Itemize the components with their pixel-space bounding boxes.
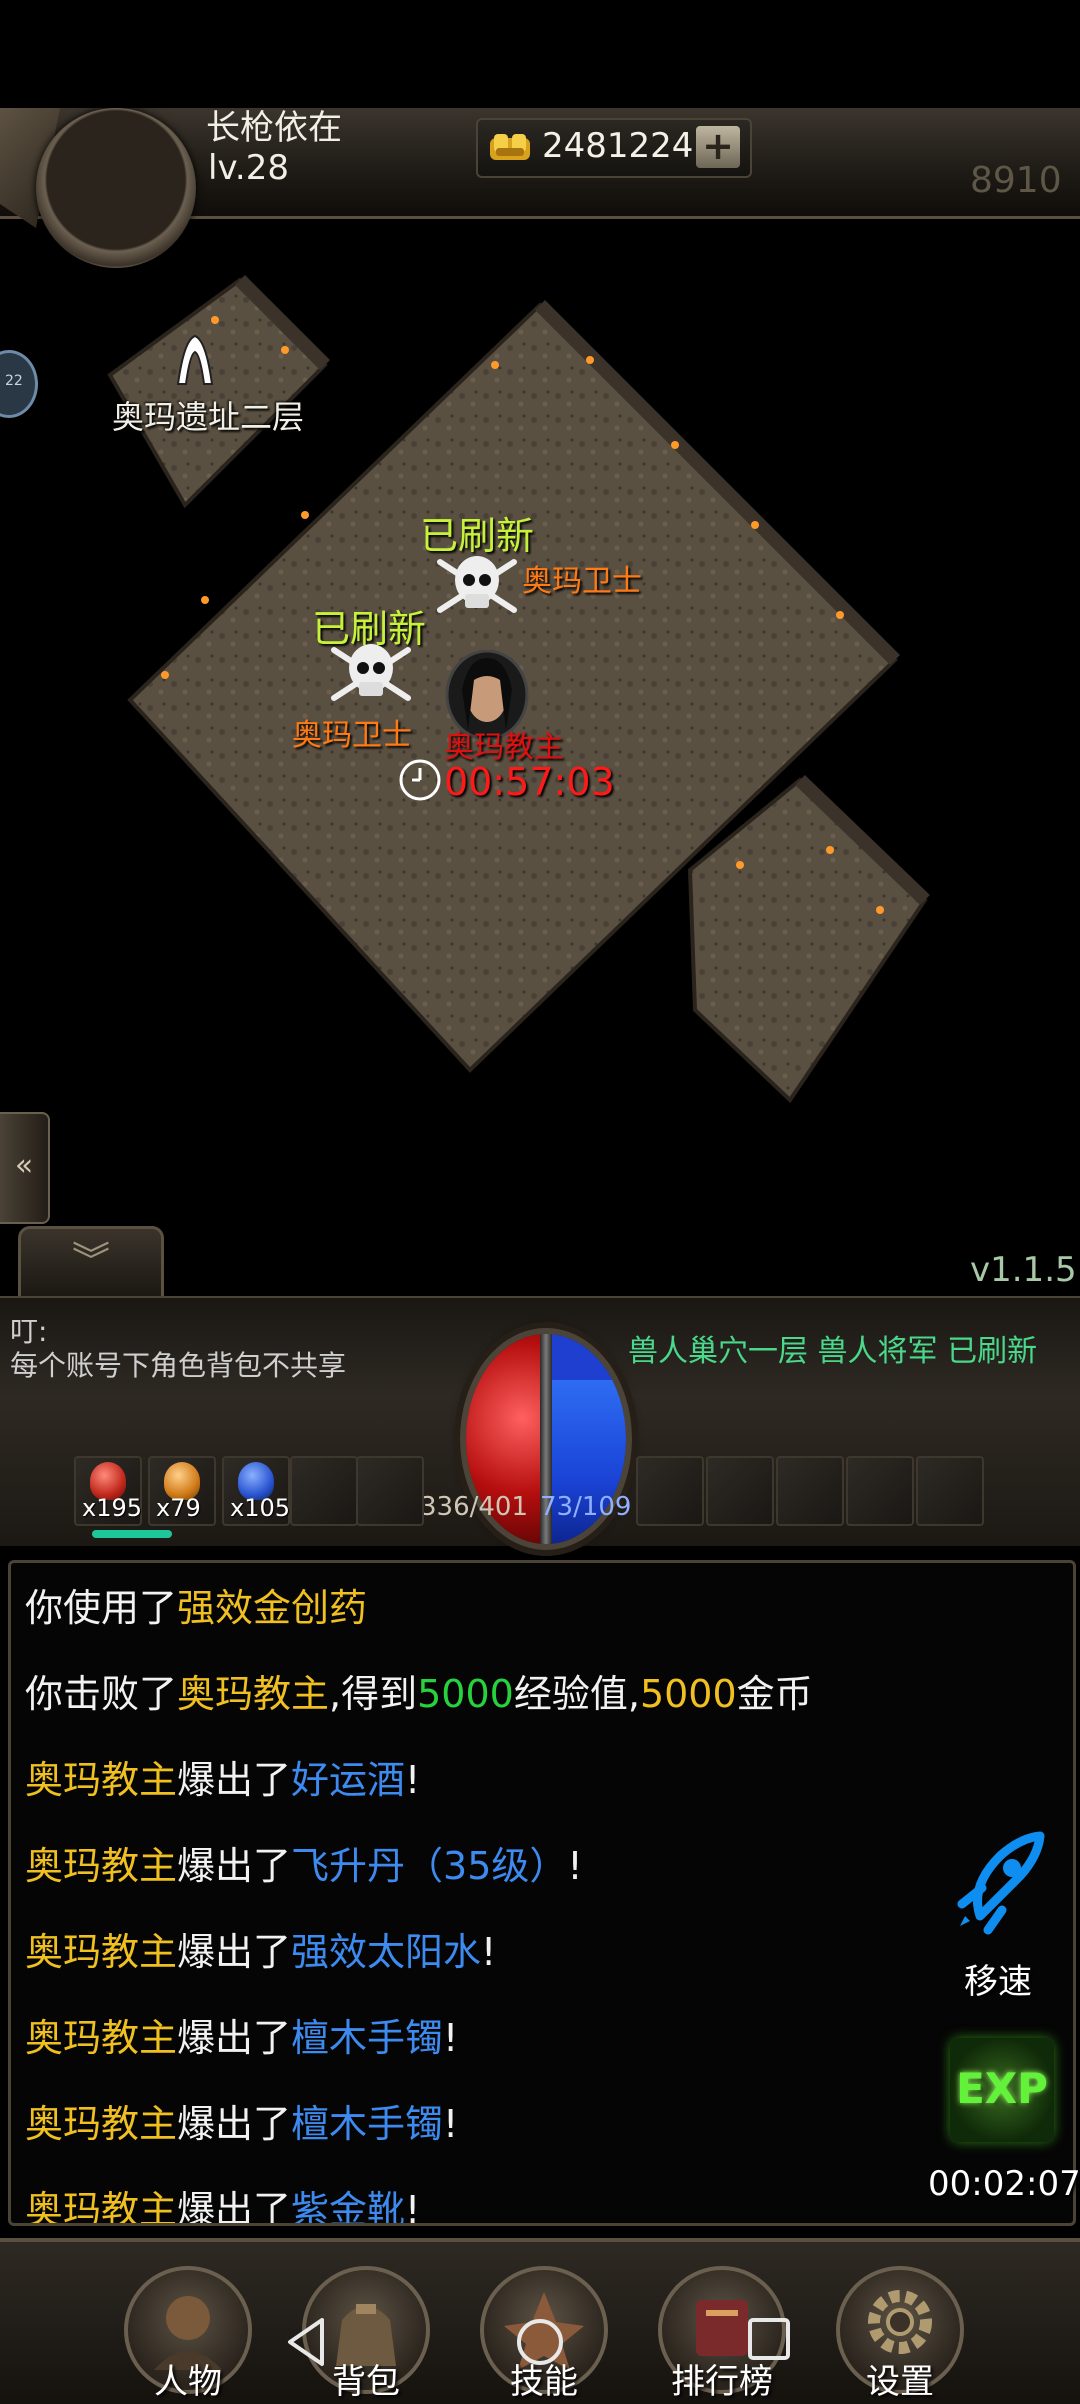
system-home-icon[interactable] bbox=[514, 2316, 566, 2368]
item-slot-5[interactable] bbox=[356, 1456, 424, 1526]
nav-settings-button[interactable]: 设置 bbox=[836, 2266, 964, 2402]
item-slot-3[interactable]: x105 bbox=[222, 1456, 290, 1526]
nav-character-button[interactable]: 人物 bbox=[124, 2266, 252, 2402]
exp-boost-timer: 00:02:07 bbox=[928, 2164, 1080, 2204]
chat-message: 奥玛教主爆出了紫金靴! bbox=[25, 2188, 421, 2226]
nav-settings-label: 设置 bbox=[866, 2362, 934, 2402]
gold-amount: 2481224 bbox=[542, 126, 694, 166]
mp-value: 73/109 bbox=[540, 1492, 632, 1522]
item-slot-1[interactable]: x195 bbox=[74, 1456, 142, 1526]
monster-name-2: 奥玛卫士 bbox=[292, 718, 412, 753]
potion-count: x195 bbox=[82, 1494, 143, 1522]
exp-progress-bar bbox=[92, 1530, 172, 1538]
combat-power: 8910 bbox=[970, 160, 1062, 201]
item-slot-9[interactable] bbox=[846, 1456, 914, 1526]
player-name: 长枪依在 bbox=[206, 108, 342, 148]
hp-value: 336/401 bbox=[420, 1492, 529, 1522]
add-gold-button[interactable]: + bbox=[696, 126, 740, 168]
side-collapse-button[interactable]: « bbox=[0, 1112, 50, 1224]
item-slot-10[interactable] bbox=[916, 1456, 984, 1526]
version-label: v1.1.5 bbox=[970, 1250, 1077, 1290]
player-level: lv.28 bbox=[208, 148, 289, 188]
clock-icon bbox=[399, 759, 441, 801]
chat-message: 你使用了强效金创药 bbox=[25, 1586, 368, 1630]
exit-gate-icon[interactable] bbox=[170, 330, 220, 386]
system-recents-icon[interactable] bbox=[746, 2316, 792, 2362]
exp-icon: EXP bbox=[956, 2064, 1048, 2113]
skull-icon[interactable] bbox=[326, 640, 416, 704]
chat-message: 奥玛教主爆出了檀木手镯! bbox=[25, 2102, 459, 2146]
potion-count: x105 bbox=[230, 1494, 291, 1522]
item-slot-8[interactable] bbox=[776, 1456, 844, 1526]
rocket-icon[interactable] bbox=[940, 1826, 1060, 1946]
chat-log[interactable]: 你使用了强效金创药 你击败了奥玛教主,得到5000经验值,5000金币 奥玛教主… bbox=[8, 1560, 1076, 2226]
item-slot-7[interactable] bbox=[706, 1456, 774, 1526]
skull-icon[interactable] bbox=[432, 552, 522, 616]
gold-counter: 2481224 + bbox=[476, 118, 752, 178]
chat-message: 你击败了奥玛教主,得到5000经验值,5000金币 bbox=[25, 1672, 813, 1716]
system-back-icon[interactable] bbox=[284, 2316, 328, 2368]
chat-message: 奥玛教主爆出了好运酒! bbox=[25, 1758, 421, 1802]
chat-message: 奥玛教主爆出了飞升丹（35级）! bbox=[25, 1844, 583, 1888]
chat-message: 奥玛教主爆出了檀木手镯! bbox=[25, 2016, 459, 2060]
potion-count: x79 bbox=[156, 1494, 201, 1522]
gold-ingot-icon bbox=[490, 134, 530, 160]
map-exit-label: 奥玛遗址二层 bbox=[112, 398, 305, 436]
nav-character-label: 人物 bbox=[154, 2362, 222, 2402]
notice-text: 每个账号下角色背包不共享 bbox=[10, 1349, 347, 1382]
speed-button-label[interactable]: 移速 bbox=[964, 1954, 1032, 2003]
boss-respawn-timer: 00:57:03 bbox=[444, 760, 615, 804]
item-slot-4[interactable] bbox=[290, 1456, 358, 1526]
exp-boost-button[interactable]: EXP bbox=[950, 2038, 1054, 2142]
chat-expand-button[interactable]: ︾ bbox=[18, 1226, 164, 1297]
world-spawn-message: 兽人巢穴一层 兽人将军 已刷新 bbox=[628, 1334, 1038, 1369]
monster-name-1: 奥玛卫士 bbox=[522, 564, 642, 599]
item-slot-2[interactable]: x79 bbox=[148, 1456, 216, 1526]
item-slot-6[interactable] bbox=[636, 1456, 704, 1526]
chat-message: 奥玛教主爆出了强效太阳水! bbox=[25, 1930, 497, 1974]
